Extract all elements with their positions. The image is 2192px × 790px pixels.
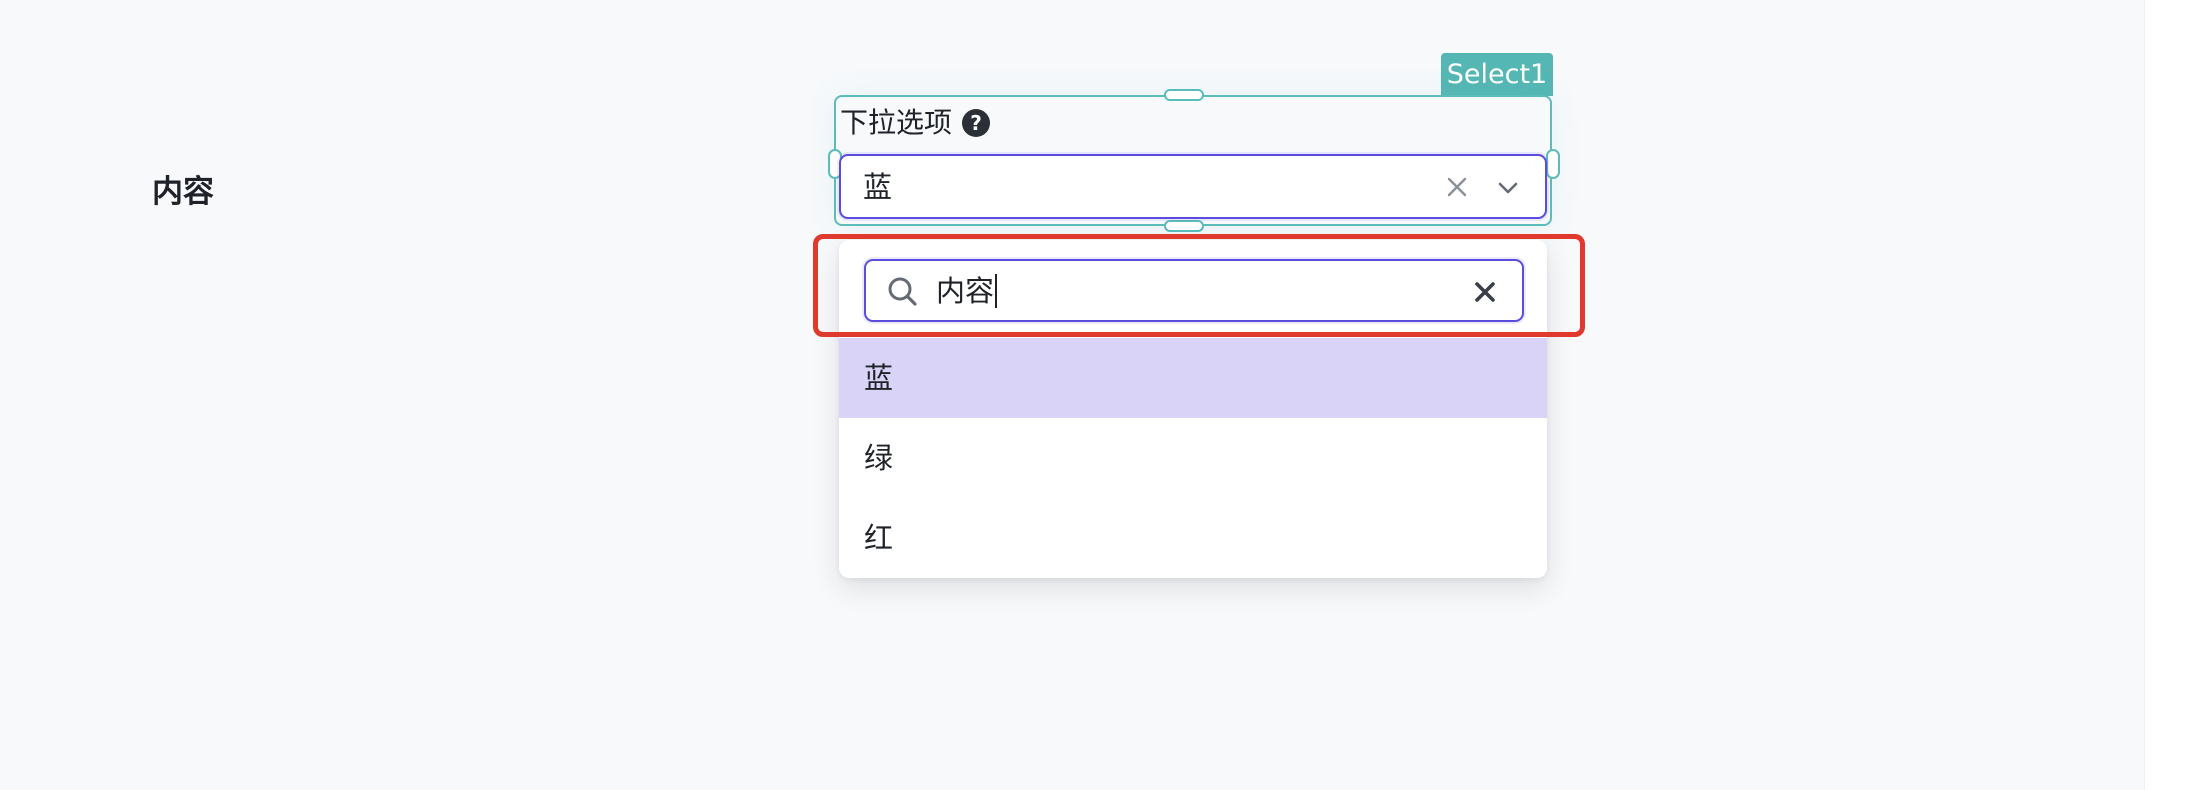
resize-handle-top[interactable] [1164, 89, 1204, 101]
dropdown-option-green[interactable]: 绿 [839, 418, 1547, 498]
text-caret [995, 274, 998, 308]
dropdown-panel: 内容 蓝 绿 红 [839, 240, 1547, 578]
search-icon [886, 275, 920, 309]
resize-handle-right[interactable] [1546, 149, 1560, 179]
option-label: 绿 [864, 441, 894, 475]
resize-handle-bottom[interactable] [1164, 220, 1204, 232]
field-label: 下拉选项 ? [840, 104, 991, 142]
field-label-text: 下拉选项 [840, 106, 953, 139]
right-panel-edge [2144, 0, 2192, 790]
close-icon[interactable] [1443, 173, 1471, 201]
close-bold-icon[interactable] [1470, 277, 1500, 307]
component-tag[interactable]: Select1 [1441, 53, 1553, 96]
select-input[interactable]: 蓝 [839, 154, 1547, 219]
search-text: 内容 [936, 272, 998, 310]
canvas-label: 内容 [152, 174, 214, 210]
option-label: 红 [864, 521, 894, 555]
chevron-down-icon[interactable] [1494, 174, 1522, 202]
dropdown-option-red[interactable]: 红 [839, 498, 1547, 578]
option-label: 蓝 [864, 361, 894, 395]
dropdown-search-input[interactable]: 内容 [864, 259, 1524, 322]
search-query: 内容 [936, 274, 995, 308]
question-circle-icon[interactable]: ? [962, 109, 991, 137]
select-value: 蓝 [863, 170, 893, 204]
dropdown-option-blue[interactable]: 蓝 [839, 338, 1547, 418]
